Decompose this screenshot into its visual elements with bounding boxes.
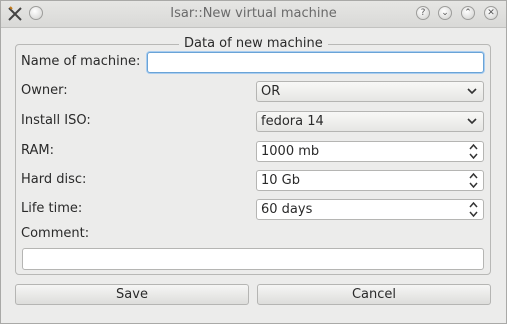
spin-updown-icon[interactable] — [469, 172, 478, 189]
chevron-down-icon — [467, 118, 477, 125]
owner-select[interactable]: OR — [256, 81, 484, 102]
save-button[interactable]: Save — [15, 284, 249, 305]
disc-value: 10 Gb — [261, 173, 300, 188]
owner-label: Owner: — [21, 83, 68, 98]
disc-spinbox[interactable]: 10 Gb — [256, 170, 484, 191]
comment-label: Comment: — [21, 226, 90, 241]
comment-input[interactable] — [22, 248, 484, 270]
minimize-icon[interactable]: ⌄ — [438, 6, 452, 20]
ram-value: 1000 mb — [261, 144, 320, 159]
iso-label: Install ISO: — [21, 113, 91, 128]
iso-value: fedora 14 — [261, 114, 324, 129]
cancel-button[interactable]: Cancel — [257, 284, 491, 305]
ram-spinbox[interactable]: 1000 mb — [256, 141, 484, 162]
iso-select[interactable]: fedora 14 — [256, 111, 484, 132]
help-icon[interactable]: ? — [416, 6, 430, 20]
life-value: 60 days — [261, 202, 313, 217]
maximize-icon[interactable]: ⌃ — [461, 6, 475, 20]
ram-label: RAM: — [21, 143, 54, 158]
chevron-down-icon — [467, 88, 477, 95]
title-bar[interactable]: Isar::New virtual machine ? ⌄ ⌃ ✕ — [1, 1, 506, 28]
name-label: Name of machine: — [21, 54, 141, 69]
window-title: Isar::New virtual machine — [170, 6, 337, 21]
close-icon[interactable]: ✕ — [484, 6, 498, 20]
groupbox-title: Data of new machine — [179, 36, 328, 51]
spin-updown-icon[interactable] — [469, 143, 478, 160]
life-label: Life time: — [21, 201, 83, 216]
life-spinbox[interactable]: 60 days — [256, 199, 484, 220]
spin-updown-icon[interactable] — [469, 201, 478, 218]
owner-value: OR — [261, 84, 281, 99]
dialog-window: Isar::New virtual machine ? ⌄ ⌃ ✕ Data o… — [0, 0, 507, 324]
machine-name-input[interactable] — [147, 52, 484, 73]
disc-label: Hard disc: — [21, 172, 87, 187]
